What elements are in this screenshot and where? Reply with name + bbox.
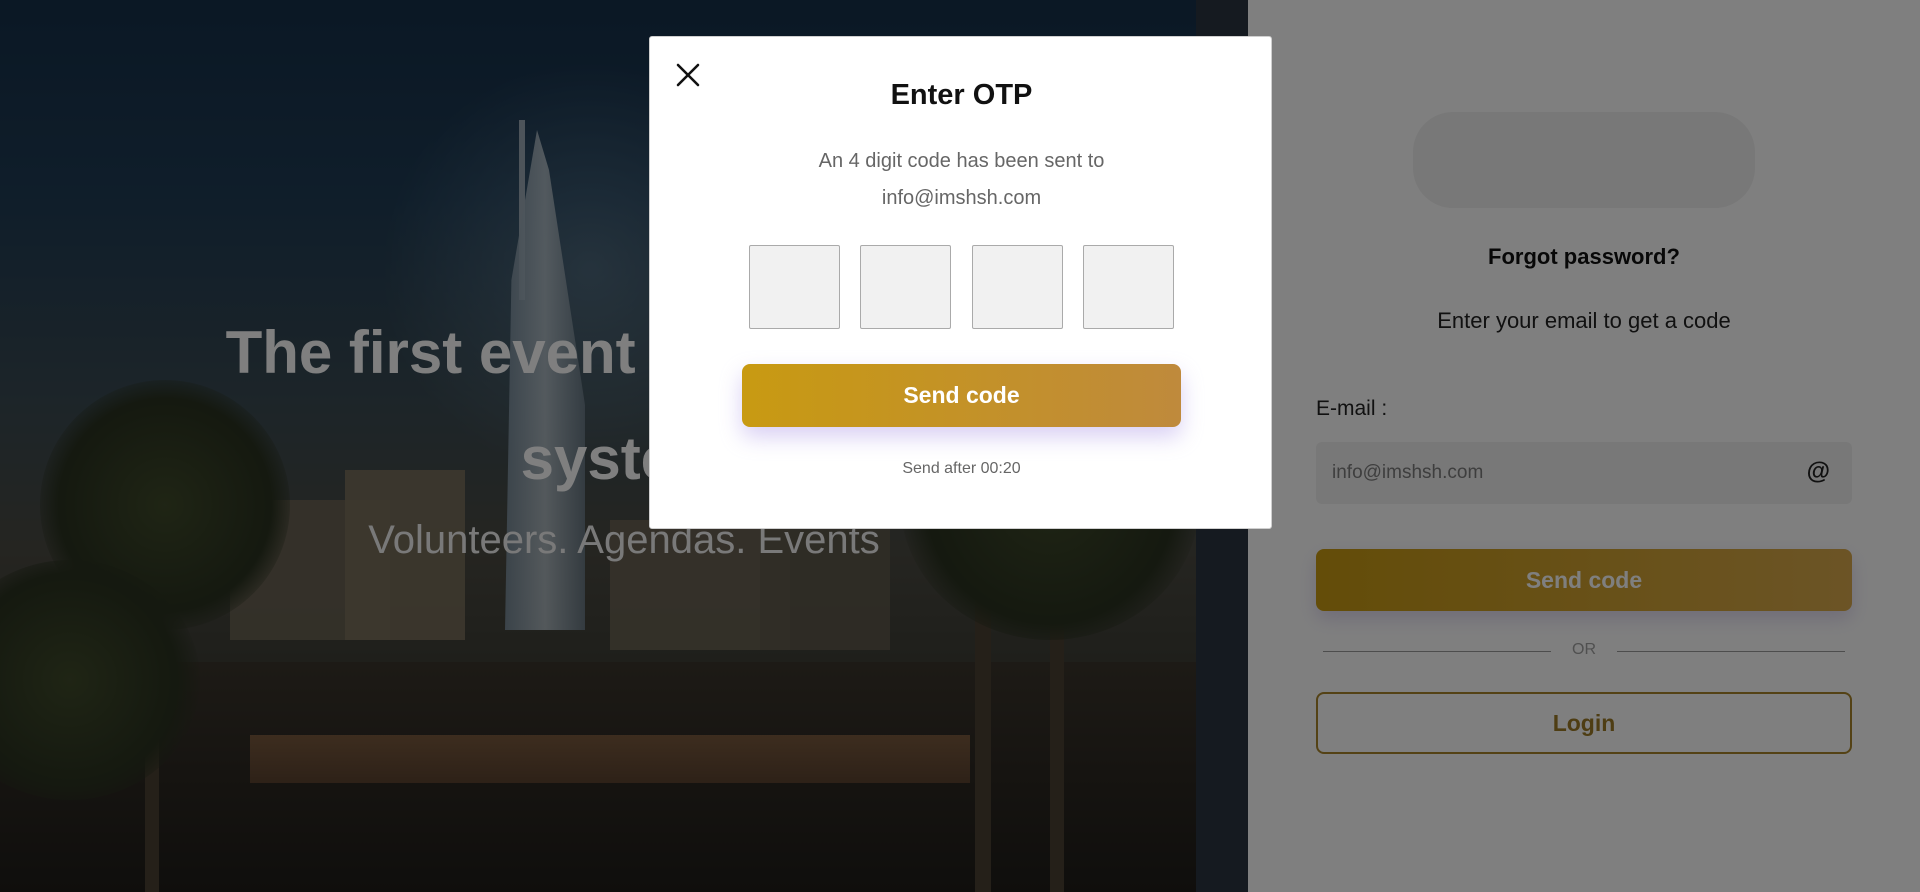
otp-email: info@imshsh.com xyxy=(881,187,1042,209)
otp-message-line: An 4 digit code has been sent to xyxy=(818,150,1105,172)
otp-input-group xyxy=(749,245,1174,329)
otp-title: Enter OTP xyxy=(890,79,1033,111)
otp-modal: Enter OTP An 4 digit code has been sent … xyxy=(649,36,1272,529)
otp-send-code-button[interactable]: Send code xyxy=(742,364,1181,427)
otp-digit-4[interactable] xyxy=(1082,245,1174,329)
resend-timer: Send after 00:20 xyxy=(902,460,1021,477)
otp-digit-2[interactable] xyxy=(860,245,952,329)
otp-digit-3[interactable] xyxy=(971,245,1063,329)
otp-digit-1[interactable] xyxy=(749,245,840,329)
otp-message: An 4 digit code has been sent to info@im… xyxy=(650,143,1273,217)
